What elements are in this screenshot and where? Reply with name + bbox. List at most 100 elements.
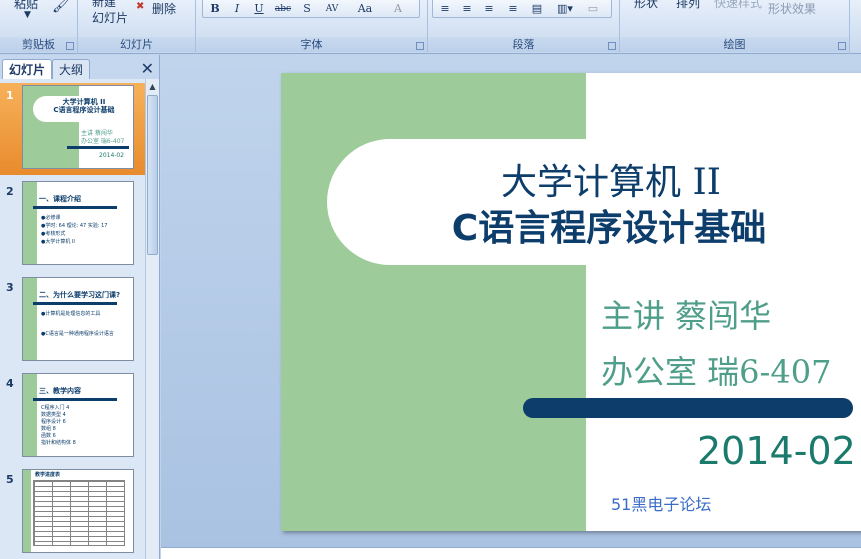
shapes-button[interactable]: 形状 — [634, 0, 658, 11]
arrange-button[interactable]: 排列 — [676, 0, 700, 11]
thumbnail-bar — [33, 398, 117, 401]
font-color-button[interactable]: A — [388, 0, 408, 18]
distributed-icon[interactable]: ▤ — [528, 0, 546, 18]
thumbnail-line: 2014-02 — [99, 152, 125, 159]
tab-outline[interactable]: 大纲 — [52, 59, 91, 79]
pane-scrollbar[interactable]: ▲ — [145, 79, 159, 559]
slide-thumbnail-2[interactable]: 2 一、课程介绍 ●必修课 ●学时: 64 理论: 47 实验: 17 ●考核形… — [0, 179, 146, 271]
thumbnail-green-band — [23, 470, 31, 552]
italic-button[interactable]: I — [228, 0, 246, 18]
strikethrough-button[interactable]: abc — [272, 0, 294, 18]
scroll-up-icon[interactable]: ▲ — [147, 80, 158, 93]
thumbnail-title: 大学计算机 II C语言程序设计基础 — [53, 98, 115, 114]
align-center-icon[interactable]: ≡ — [458, 0, 476, 18]
slide-number: 4 — [6, 377, 14, 390]
paragraph-group: ≡ ≡ ≡ ≡ ▤ ▥▾ ▭ 段落 — [428, 0, 620, 54]
slide-title-line2[interactable]: C语言程序设计基础 — [399, 199, 819, 251]
thumbnail-bar — [33, 206, 117, 209]
paragraph-group-label: 段落 — [428, 37, 619, 52]
slide-editor: 大学计算机 II C语言程序设计基础 主讲 蔡闯华 办公室 瑞6-407 201… — [161, 55, 861, 559]
notes-pane[interactable] — [161, 547, 861, 559]
slide-thumbnail-4[interactable]: 4 三、教学内容 C程序入门 4 数据类型 4 程序设计 6 数组 8 函数 6… — [0, 371, 146, 463]
thumbnail-line: C程序入门 4 — [41, 405, 70, 411]
thumbnail-line: ●C语言是一种通用程序设计语言 — [41, 331, 114, 337]
date-text[interactable]: 2014-02 — [697, 429, 856, 473]
close-icon[interactable]: ✕ — [141, 59, 154, 78]
font-group-label: 字体 — [196, 37, 427, 52]
scrollbar-thumb[interactable] — [147, 95, 158, 255]
thumbnail-green-band — [23, 278, 37, 360]
watermark-text: 51黑电子论坛 — [611, 495, 712, 514]
thumbnail-line: ●必修课 — [41, 215, 61, 221]
thumbnail-preview: 二、为什么要学习这门课? ●计算机是处理信息的工具 ●C语言是一种通用程序设计语… — [22, 277, 134, 361]
thumbnail-line: ●大学计算机 II — [41, 239, 75, 245]
thumbnail-preview: 教学进度表 — [22, 469, 134, 553]
thumbnail-line: ●考核形式 — [41, 231, 66, 237]
align-left-icon[interactable]: ≡ — [436, 0, 454, 18]
slide-thumbnail-list: 1 大学计算机 II C语言程序设计基础 主讲 蔡闯华 办公室 瑞6-407 2… — [0, 79, 146, 559]
current-slide[interactable]: 大学计算机 II C语言程序设计基础 主讲 蔡闯华 办公室 瑞6-407 201… — [281, 73, 861, 531]
columns-icon[interactable]: ▥▾ — [552, 0, 578, 18]
office-text[interactable]: 办公室 瑞6-407 — [601, 347, 831, 393]
font-launcher-icon[interactable] — [416, 42, 424, 50]
slide-thumbnail-3[interactable]: 3 二、为什么要学习这门课? ●计算机是处理信息的工具 ●C语言是一种通用程序设… — [0, 275, 146, 367]
thumbnail-line: 数据类型 4 — [41, 412, 66, 418]
drawing-group-label: 绘图 — [620, 37, 849, 52]
slide-number: 1 — [6, 89, 14, 102]
slide-thumbnail-1[interactable]: 1 大学计算机 II C语言程序设计基础 主讲 蔡闯华 办公室 瑞6-407 2… — [0, 83, 146, 175]
character-spacing-button[interactable]: AV — [320, 0, 344, 18]
clipboard-group: 粘贴 ▼ 🖌 剪贴板 — [0, 0, 78, 54]
new-slide-button[interactable]: 新建 幻灯片 — [92, 0, 128, 26]
thumbnail-line: ●学时: 64 理论: 47 实验: 17 — [41, 223, 108, 229]
thumbnail-green-band — [23, 182, 37, 264]
thumbnail-title: 二、为什么要学习这门课? — [39, 291, 121, 299]
bold-button[interactable]: B — [206, 0, 224, 18]
drawing-group: 形状 排列 快速样式 形状效果 绘图 — [620, 0, 850, 54]
justify-icon[interactable]: ≡ — [504, 0, 522, 18]
thumbnail-preview: 一、课程介绍 ●必修课 ●学时: 64 理论: 47 实验: 17 ●考核形式 … — [22, 181, 134, 265]
font-group: B I U abc S AV Aa A 字体 — [196, 0, 428, 54]
thumbnail-line: 办公室 瑞6-407 — [81, 138, 125, 145]
decorative-bar — [523, 398, 853, 418]
delete-icon: ✖ — [136, 1, 145, 12]
change-case-button[interactable]: Aa — [352, 0, 378, 18]
slides-group-label: 幻灯片 — [78, 37, 195, 52]
thumbnail-title: 三、教学内容 — [39, 387, 81, 395]
drawing-launcher-icon[interactable] — [838, 42, 846, 50]
tab-slides[interactable]: 幻灯片 — [2, 59, 53, 79]
thumbnail-line: 指针和结构体 8 — [41, 440, 76, 446]
slide-number: 5 — [6, 473, 14, 486]
pane-tabs: 幻灯片 大纲 ✕ — [0, 57, 160, 79]
thumbnail-green-band — [23, 374, 37, 456]
slide-title-line1[interactable]: 大学计算机 II — [431, 153, 791, 205]
ribbon: 粘贴 ▼ 🖌 剪贴板 新建 幻灯片 ▼ ✖ 删除 幻灯片 B I U abc S… — [0, 0, 861, 54]
slide-thumbnail-5[interactable]: 5 教学进度表 — [0, 467, 146, 559]
thumbnail-title: 教学进度表 — [35, 472, 61, 478]
shape-effects-button[interactable]: 形状效果 — [768, 0, 816, 17]
delete-button[interactable]: 删除 — [152, 0, 176, 17]
thumbnail-bar — [67, 146, 129, 149]
thumbnail-line: 函数 6 — [41, 433, 56, 439]
thumbnail-preview: 三、教学内容 C程序入门 4 数据类型 4 程序设计 6 数组 8 函数 6 指… — [22, 373, 134, 457]
underline-button[interactable]: U — [250, 0, 268, 18]
slide-number: 2 — [6, 185, 14, 198]
slide-number: 3 — [6, 281, 14, 294]
paste-dropdown-icon[interactable]: ▼ — [24, 10, 31, 20]
paragraph-launcher-icon[interactable] — [608, 42, 616, 50]
format-painter-icon[interactable]: 🖌 — [52, 0, 70, 14]
thumbnail-table — [33, 480, 125, 546]
clipboard-launcher-icon[interactable] — [66, 42, 74, 50]
shadow-button[interactable]: S — [298, 0, 316, 18]
align-right-icon[interactable]: ≡ — [480, 0, 498, 18]
quick-styles-button[interactable]: 快速样式 — [714, 0, 762, 11]
thumbnail-line: 程序设计 6 — [41, 419, 66, 425]
thumbnail-line: 数组 8 — [41, 426, 56, 432]
thumbnail-bar — [33, 302, 117, 305]
thumbnail-line: ●计算机是处理信息的工具 — [41, 311, 101, 317]
thumbnail-preview: 大学计算机 II C语言程序设计基础 主讲 蔡闯华 办公室 瑞6-407 201… — [22, 85, 134, 169]
presenter-text[interactable]: 主讲 蔡闯华 — [601, 291, 771, 337]
slides-pane: 幻灯片 大纲 ✕ 1 大学计算机 II C语言程序设计基础 主讲 蔡闯华 办公室… — [0, 55, 160, 559]
thumbnail-title: 一、课程介绍 — [39, 195, 81, 203]
smartart-icon[interactable]: ▭ — [584, 0, 602, 18]
slides-group: 新建 幻灯片 ▼ ✖ 删除 幻灯片 — [78, 0, 210, 54]
